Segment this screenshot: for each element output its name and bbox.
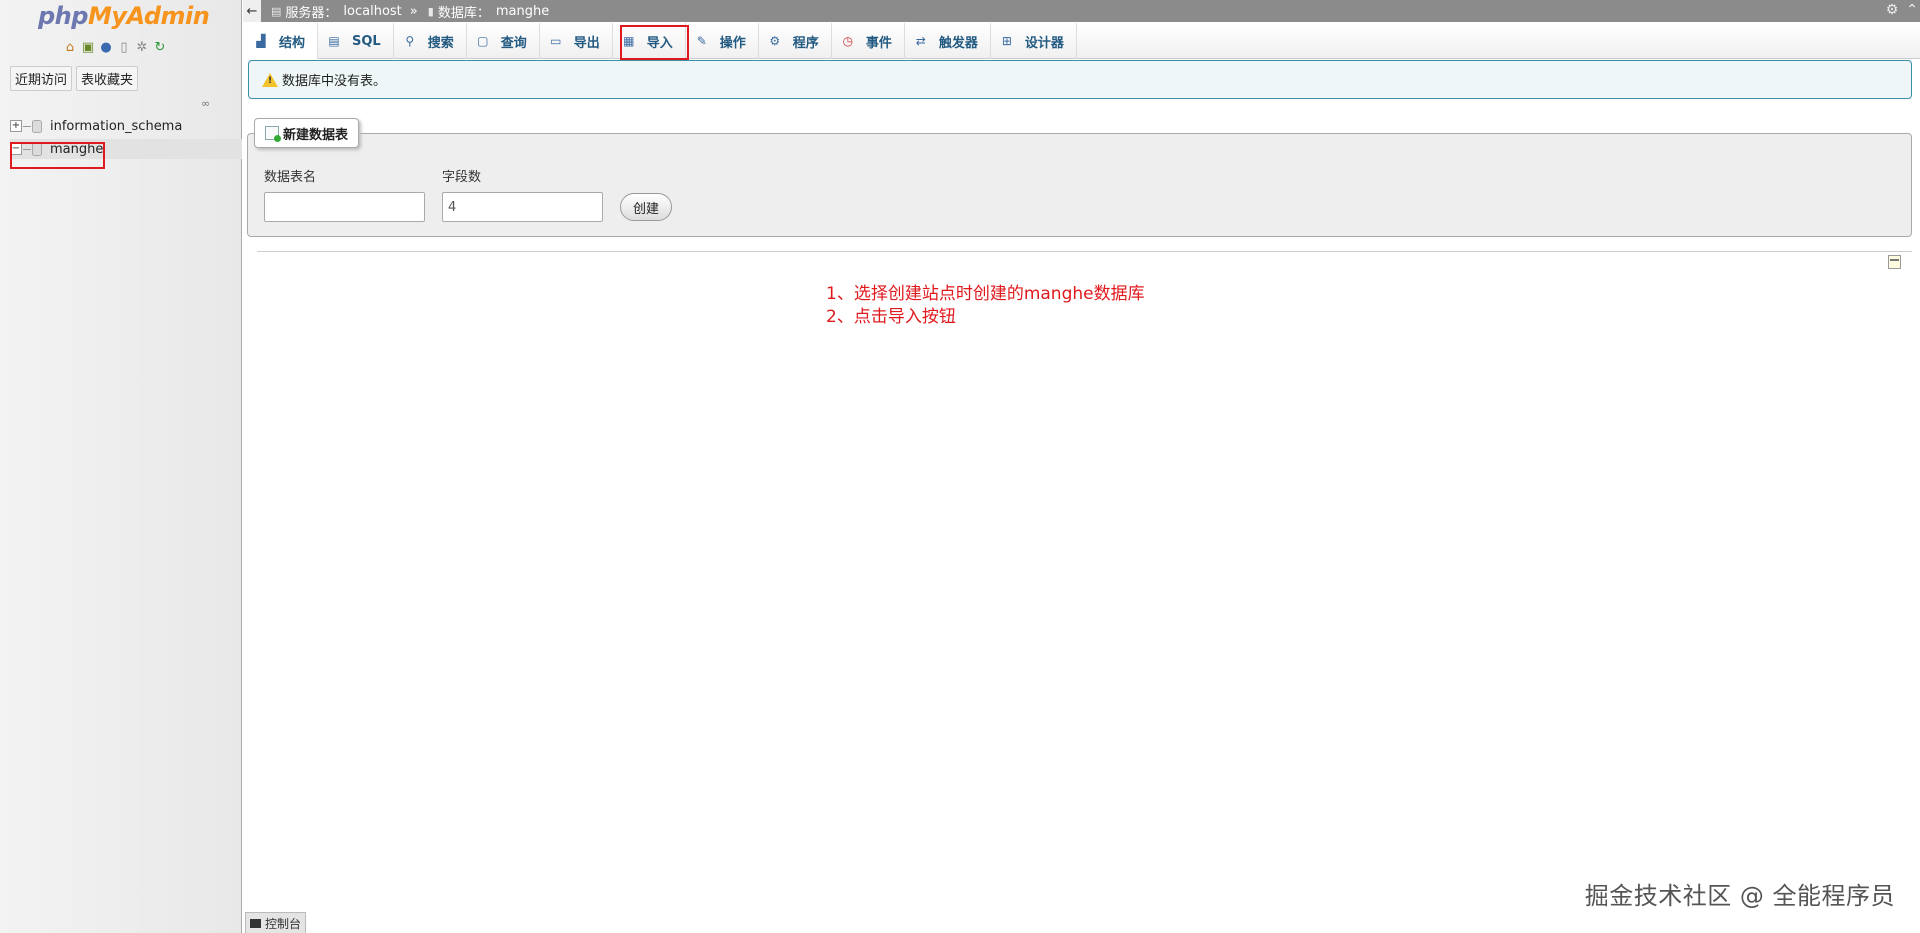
tab-import[interactable]: ▦ 导入 bbox=[613, 23, 686, 59]
structure-icon: ▟ bbox=[256, 34, 266, 48]
triggers-icon: ⇄ bbox=[915, 34, 926, 48]
breadcrumb-database-value[interactable]: manghe bbox=[496, 4, 549, 19]
tab-label: 结构 bbox=[279, 35, 306, 51]
page-settings-icon[interactable]: ⚙ bbox=[1886, 2, 1899, 18]
tab-label: 程序 bbox=[792, 35, 819, 51]
main-tabs: ▟ 结构 ▤ SQL ⚲ 搜索 ▢ 查询 ▭ 导出 ▦ 导入 ✎ 操作 ⚙ 程序… bbox=[245, 23, 1920, 59]
breadcrumb-server[interactable]: ▤ 服务器： localhost bbox=[271, 2, 402, 21]
database-icon bbox=[32, 142, 42, 156]
watermark: 掘金技术社区 @ 全能程序员 bbox=[1584, 882, 1895, 910]
breadcrumb-bar: ← ▤ 服务器： localhost » ▮ 数据库： manghe ⚙ ⌃ bbox=[243, 0, 1920, 22]
tab-designer[interactable]: ⊞ 设计器 bbox=[991, 23, 1077, 59]
query-icon: ▢ bbox=[477, 34, 489, 48]
console-label: 控制台 bbox=[265, 916, 302, 931]
breadcrumb-server-label: 服务器： bbox=[285, 5, 338, 21]
tree-connector bbox=[23, 148, 31, 150]
breadcrumb-database[interactable]: ▮ 数据库： manghe bbox=[428, 2, 549, 21]
navigation-panel: phpMyAdmin ⌂ ▣ ● ▯ ✲ ↻ 近期访问 表收藏夹 ∞ + inf… bbox=[0, 0, 242, 933]
collapse-icon[interactable]: − bbox=[10, 143, 22, 155]
warning-icon: ! bbox=[262, 72, 278, 87]
phpmyadmin-logo[interactable]: phpMyAdmin bbox=[38, 2, 210, 30]
tab-label: 设计器 bbox=[1024, 35, 1064, 51]
db-tree-item-information-schema[interactable]: + information_schema bbox=[10, 116, 242, 136]
tab-label: 导入 bbox=[646, 35, 673, 51]
create-table-legend: 新建数据表 bbox=[254, 118, 360, 148]
favorite-tables-tab[interactable]: 表收藏夹 bbox=[76, 66, 139, 91]
console-toggle[interactable]: 控制台 bbox=[245, 912, 307, 933]
expand-icon[interactable]: + bbox=[10, 120, 22, 132]
routines-icon: ⚙ bbox=[769, 34, 781, 48]
docs-icon[interactable]: ▯ bbox=[116, 40, 132, 56]
divider bbox=[257, 251, 1912, 252]
page-related-icon[interactable] bbox=[1888, 255, 1901, 269]
tab-structure[interactable]: ▟ 结构 bbox=[245, 23, 319, 59]
home-icon[interactable]: ⌂ bbox=[62, 40, 78, 56]
table-name-label: 数据表名 bbox=[264, 170, 317, 185]
topbar-controls: ⚙ ⌃ bbox=[1886, 2, 1918, 18]
tab-export[interactable]: ▭ 导出 bbox=[540, 23, 613, 59]
tab-label: SQL bbox=[352, 33, 381, 49]
column-count-label: 字段数 bbox=[442, 170, 482, 185]
column-count-input[interactable] bbox=[442, 192, 603, 222]
nav-icon-toolbar: ⌂ ▣ ● ▯ ✲ ↻ bbox=[62, 40, 168, 56]
tab-label: 导出 bbox=[573, 35, 600, 51]
recent-tables-tab[interactable]: 近期访问 bbox=[10, 66, 73, 91]
table-name-input[interactable] bbox=[264, 192, 425, 222]
notice-no-tables: ! 数据库中没有表。 bbox=[248, 60, 1912, 99]
database-icon: ▮ bbox=[427, 4, 434, 18]
tab-search[interactable]: ⚲ 搜索 bbox=[394, 23, 467, 59]
sql-icon: ▤ bbox=[328, 34, 340, 48]
help-icon[interactable]: ● bbox=[98, 40, 114, 56]
tab-sql[interactable]: ▤ SQL bbox=[318, 23, 394, 59]
settings-icon[interactable]: ✲ bbox=[134, 40, 150, 56]
create-table-button[interactable]: 创建 bbox=[620, 193, 672, 221]
reload-icon[interactable]: ↻ bbox=[152, 40, 168, 56]
collapse-top-icon[interactable]: ⌃ bbox=[1906, 2, 1918, 18]
notice-message: 数据库中没有表。 bbox=[282, 74, 387, 89]
tab-events[interactable]: ◷ 事件 bbox=[832, 23, 905, 59]
breadcrumb-server-value[interactable]: localhost bbox=[343, 4, 401, 19]
nav-tabs: 近期访问 表收藏夹 bbox=[10, 66, 139, 91]
import-icon: ▦ bbox=[623, 34, 635, 48]
operations-icon: ✎ bbox=[696, 34, 707, 48]
breadcrumb-separator: » bbox=[409, 3, 418, 19]
tree-connector bbox=[23, 125, 31, 127]
create-table-title: 新建数据表 bbox=[283, 127, 349, 143]
tab-triggers[interactable]: ⇄ 触发器 bbox=[905, 23, 991, 59]
export-icon: ▭ bbox=[550, 34, 562, 48]
events-icon: ◷ bbox=[842, 34, 854, 48]
tab-label: 操作 bbox=[719, 35, 746, 51]
server-icon: ▤ bbox=[271, 4, 282, 18]
db-name-label[interactable]: information_schema bbox=[50, 119, 182, 134]
link-with-main-icon[interactable]: ∞ bbox=[201, 97, 217, 110]
designer-icon: ⊞ bbox=[1001, 34, 1012, 48]
database-icon bbox=[32, 119, 42, 133]
tab-label: 事件 bbox=[865, 35, 892, 51]
annotation-step-2: 2、点击导入按钮 bbox=[826, 307, 956, 327]
tab-operations[interactable]: ✎ 操作 bbox=[686, 23, 759, 59]
tab-label: 搜索 bbox=[427, 35, 454, 51]
tab-routines[interactable]: ⚙ 程序 bbox=[759, 23, 832, 59]
db-name-label[interactable]: manghe bbox=[50, 142, 103, 157]
tab-label: 触发器 bbox=[938, 35, 978, 51]
console-icon bbox=[250, 918, 261, 928]
exit-icon[interactable]: ▣ bbox=[80, 40, 96, 56]
breadcrumb-database-label: 数据库： bbox=[437, 5, 490, 21]
db-tree-item-manghe[interactable]: − manghe bbox=[10, 139, 242, 159]
tab-query[interactable]: ▢ 查询 bbox=[467, 23, 540, 59]
search-icon: ⚲ bbox=[405, 34, 415, 48]
tab-label: 查询 bbox=[500, 35, 527, 51]
new-table-icon bbox=[265, 126, 281, 142]
annotation-step-1: 1、选择创建站点时创建的manghe数据库 bbox=[826, 284, 1145, 304]
collapse-nav-arrow-icon[interactable]: ← bbox=[243, 0, 261, 22]
